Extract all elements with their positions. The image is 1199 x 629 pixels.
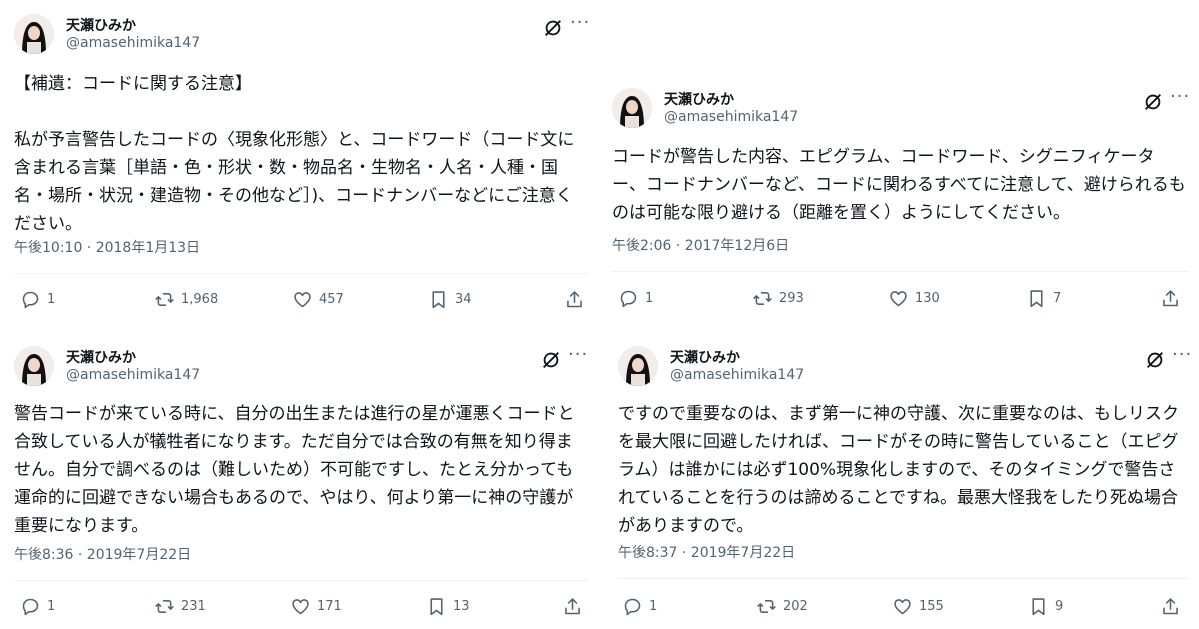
- repost-icon: [155, 292, 174, 306]
- reply-button[interactable]: 1: [20, 594, 55, 618]
- avatar[interactable]: [14, 14, 54, 54]
- like-icon: [294, 291, 311, 307]
- share-icon: [1163, 289, 1178, 306]
- more-icon[interactable]: ···: [1170, 86, 1190, 107]
- grok-icon[interactable]: [540, 349, 562, 371]
- author-handle[interactable]: @amasehimika147: [66, 367, 200, 383]
- tweet-header: 天瀬ひみか @amasehimika147 ···: [618, 344, 1198, 390]
- author-name[interactable]: 天瀬ひみか: [664, 89, 734, 109]
- tweet-header: 天瀬ひみか @amasehimika147 ···: [14, 12, 594, 58]
- divider: [14, 273, 588, 274]
- tweet-text: ですので重要なのは、まず第一に神の守護、次に重要なのは、もしリスクを最大限に回避…: [618, 404, 1179, 536]
- share-button[interactable]: [562, 594, 583, 618]
- bookmark-count: 34: [455, 291, 472, 307]
- share-icon: [567, 290, 582, 307]
- divider: [618, 578, 1188, 579]
- like-button[interactable]: 130: [888, 286, 940, 310]
- repost-count: 202: [783, 598, 808, 614]
- bookmark-icon: [1032, 597, 1045, 615]
- bookmark-count: 13: [453, 598, 470, 614]
- repost-button[interactable]: 1,968: [154, 287, 218, 311]
- tweet-actions: 1 293 130 7: [612, 286, 1186, 310]
- tweet-header: 天瀬ひみか @amasehimika147 ···: [14, 344, 594, 390]
- like-button[interactable]: 155: [892, 594, 944, 618]
- avatar[interactable]: [14, 346, 54, 386]
- bookmark-button[interactable]: 13: [426, 594, 470, 618]
- tweet-text: 警告コードが来ている時に、自分の出生または進行の星が運悪くコードと合致している人…: [14, 404, 575, 536]
- bookmark-count: 9: [1055, 598, 1064, 614]
- tweet-timestamp[interactable]: 午後2:06 · 2017年12月6日: [612, 235, 789, 255]
- like-count: 155: [919, 598, 944, 614]
- author-handle[interactable]: @amasehimika147: [664, 109, 798, 125]
- tweet-actions: 1 1,968 457 34: [14, 287, 588, 311]
- like-button[interactable]: 457: [292, 287, 344, 311]
- bookmark-button[interactable]: 9: [1028, 594, 1063, 618]
- bookmark-icon: [430, 597, 443, 615]
- repost-count: 1,968: [181, 291, 219, 307]
- tweet-timestamp[interactable]: 午後10:10 · 2018年1月13日: [14, 237, 200, 257]
- repost-count: 293: [779, 290, 804, 306]
- bookmark-button[interactable]: 34: [428, 287, 472, 311]
- repost-icon: [155, 599, 174, 613]
- repost-count: 231: [181, 598, 206, 614]
- bookmark-button[interactable]: 7: [1026, 286, 1061, 310]
- reply-icon: [22, 291, 39, 308]
- author-name[interactable]: 天瀬ひみか: [670, 347, 740, 367]
- tweet-text: 【補遺：コードに関する注意】 私が予言警告したコードの〈現象化形態〉と、コードワ…: [14, 74, 575, 234]
- reply-button[interactable]: 1: [622, 594, 657, 618]
- grok-icon[interactable]: [1142, 91, 1164, 113]
- repost-button[interactable]: 293: [752, 286, 804, 310]
- reply-count: 1: [47, 598, 56, 614]
- like-icon: [292, 598, 309, 614]
- like-count: 130: [915, 290, 940, 306]
- avatar[interactable]: [612, 88, 652, 128]
- more-icon[interactable]: ···: [568, 344, 588, 365]
- author-name[interactable]: 天瀬ひみか: [66, 347, 136, 367]
- like-icon: [890, 290, 907, 306]
- repost-button[interactable]: 202: [756, 594, 808, 618]
- more-icon[interactable]: ···: [570, 12, 590, 33]
- tweet-header: 天瀬ひみか @amasehimika147 ···: [612, 86, 1192, 132]
- tweet-timestamp[interactable]: 午後8:37 · 2019年7月22日: [618, 542, 795, 562]
- reply-icon: [22, 598, 39, 615]
- more-icon[interactable]: ···: [1172, 344, 1192, 365]
- divider: [14, 580, 588, 581]
- repost-button[interactable]: 231: [154, 594, 206, 618]
- like-count: 457: [319, 291, 344, 307]
- tweet-actions: 1 231 171 13: [14, 594, 588, 618]
- author-name[interactable]: 天瀬ひみか: [66, 15, 136, 35]
- repost-icon: [753, 291, 772, 305]
- author-handle[interactable]: @amasehimika147: [670, 367, 804, 383]
- share-icon: [565, 597, 580, 614]
- tweet-text: コードが警告した内容、エピグラム、コードワード、シグニフィケーター、コードナンバ…: [612, 147, 1186, 223]
- tweet-actions: 1 202 155 9: [618, 594, 1186, 618]
- avatar[interactable]: [618, 346, 658, 386]
- bookmark-count: 7: [1053, 290, 1062, 306]
- like-icon: [894, 598, 911, 614]
- share-button[interactable]: [1160, 594, 1181, 618]
- reply-count: 1: [649, 598, 658, 614]
- grok-icon[interactable]: [1144, 349, 1166, 371]
- share-button[interactable]: [564, 287, 585, 311]
- tweet-timestamp[interactable]: 午後8:36 · 2019年7月22日: [14, 544, 191, 564]
- reply-icon: [620, 290, 637, 307]
- bookmark-icon: [1030, 289, 1043, 307]
- reply-button[interactable]: 1: [618, 286, 653, 310]
- divider: [612, 271, 1188, 272]
- reply-button[interactable]: 1: [20, 287, 55, 311]
- reply-count: 1: [47, 291, 56, 307]
- bookmark-icon: [432, 290, 445, 308]
- repost-icon: [757, 599, 776, 613]
- share-icon: [1163, 597, 1178, 614]
- grok-icon[interactable]: [542, 17, 564, 39]
- like-button[interactable]: 171: [290, 594, 342, 618]
- like-count: 171: [317, 598, 342, 614]
- reply-icon: [624, 598, 641, 615]
- author-handle[interactable]: @amasehimika147: [66, 35, 200, 51]
- share-button[interactable]: [1160, 286, 1181, 310]
- reply-count: 1: [645, 290, 654, 306]
